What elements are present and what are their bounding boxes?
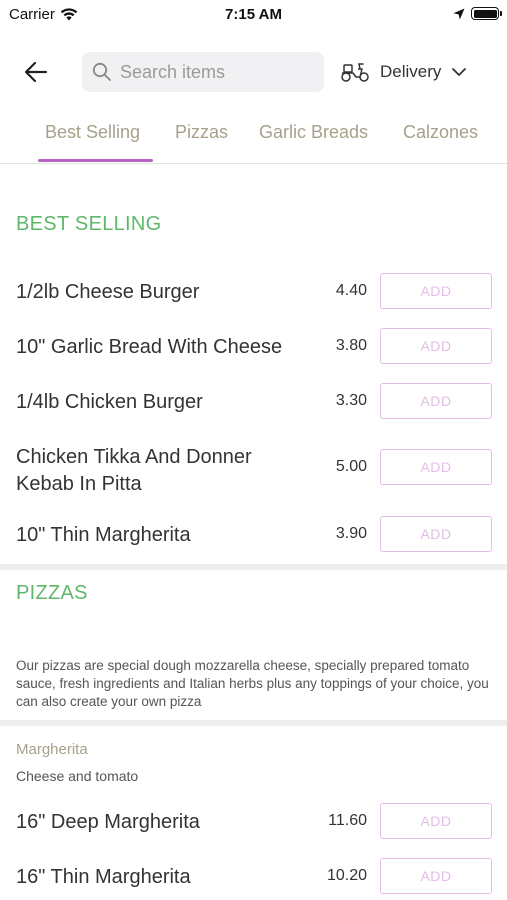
item-price: 3.80: [335, 337, 367, 354]
battery-icon: [471, 7, 502, 20]
add-button[interactable]: ADD: [380, 858, 492, 894]
item-name: 1/2lb Cheese Burger: [16, 281, 200, 303]
item-name: 16" Deep Margherita: [16, 811, 200, 833]
tab-garlic-breads[interactable]: Garlic Breads: [259, 122, 368, 143]
scooter-icon: [341, 63, 369, 82]
item-name: 1/4lb Chicken Burger: [16, 391, 203, 413]
status-bar: Carrier 7:15 AM: [0, 0, 507, 30]
item-price: 3.30: [335, 392, 367, 409]
add-button[interactable]: ADD: [380, 516, 492, 552]
tab-pizzas[interactable]: Pizzas: [175, 122, 228, 143]
delivery-selector[interactable]: Delivery: [340, 56, 467, 88]
item-price: 11.60: [328, 812, 367, 829]
status-time: 7:15 AM: [225, 6, 282, 23]
item-name: Chicken Tikka And Donner Kebab In Pitta: [16, 446, 252, 495]
active-tab-indicator: [38, 159, 153, 162]
add-button[interactable]: ADD: [380, 328, 492, 364]
section-divider: [0, 720, 507, 726]
pizzas-title: PIZZAS: [16, 582, 88, 604]
category-tabs: Best Selling Pizzas Garlic Breads Calzon…: [0, 112, 507, 164]
tab-calzones[interactable]: Calzones: [403, 122, 478, 143]
item-name: 10" Garlic Bread With Cheese: [16, 336, 283, 358]
status-right: [453, 7, 502, 20]
item-name: 16" Thin Margherita: [16, 866, 191, 888]
tab-best-selling[interactable]: Best Selling: [45, 122, 140, 143]
item-price: 4.40: [335, 282, 367, 299]
add-button[interactable]: ADD: [380, 449, 492, 485]
subcategory-description: Cheese and tomato: [16, 768, 139, 784]
delivery-label: Delivery: [380, 62, 442, 81]
search-bar[interactable]: [82, 52, 324, 92]
back-button[interactable]: [20, 58, 52, 86]
subcategory-title: Margherita: [16, 741, 88, 758]
location-arrow-icon: [453, 8, 465, 19]
item-price: 3.90: [335, 525, 367, 542]
back-arrow-icon: [24, 61, 48, 83]
best-selling-title: BEST SELLING: [16, 213, 162, 235]
item-name: 10" Thin Margherita: [16, 524, 191, 546]
search-input[interactable]: [120, 61, 310, 83]
header: Delivery: [0, 48, 507, 96]
add-button[interactable]: ADD: [380, 803, 492, 839]
add-button[interactable]: ADD: [380, 273, 492, 309]
item-price: 10.20: [326, 867, 367, 884]
add-button[interactable]: ADD: [380, 383, 492, 419]
chevron-down-icon: [452, 68, 467, 76]
search-icon: [92, 62, 111, 81]
section-divider: [0, 564, 507, 570]
item-price: 5.00: [335, 458, 367, 475]
pizzas-description: Our pizzas are special dough mozzarella …: [16, 658, 489, 709]
